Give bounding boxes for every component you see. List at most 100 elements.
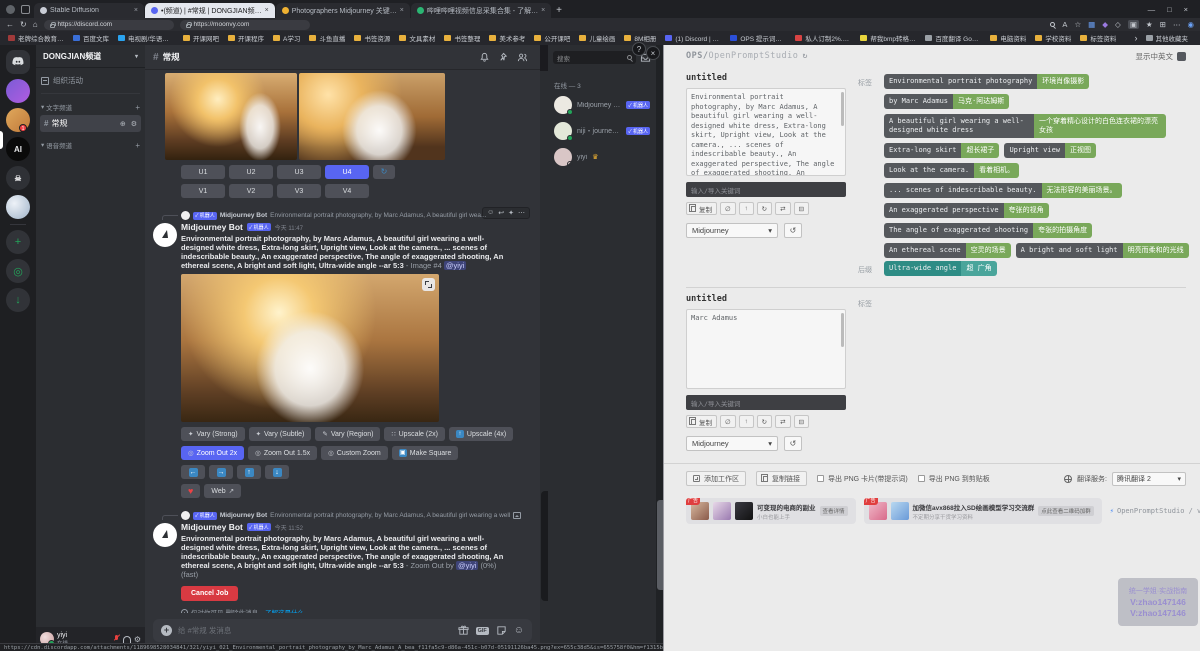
bookmark-item[interactable]: 美术参考	[489, 33, 525, 43]
upscale-button[interactable]: U1	[181, 165, 225, 179]
bookmark-item[interactable]: 公开课吧	[534, 33, 570, 43]
pan-arrow-button[interactable]: ↑	[237, 465, 261, 479]
pan-arrow-button[interactable]: ↓	[265, 465, 289, 479]
ad-banner[interactable]: 广告 可变现的电商的副业 小白也能上手 查看详情	[686, 498, 856, 524]
bookmarks-overflow-chevron[interactable]: ›	[1135, 33, 1138, 43]
browser-tab[interactable]: •(频道) | #常规 | DONGJIAN频… ×	[145, 3, 275, 18]
workspace-title[interactable]: untitled	[686, 73, 846, 83]
zoom-button[interactable]: ◎Zoom Out 2x	[181, 446, 244, 460]
search-icon[interactable]	[1050, 22, 1055, 27]
bookmark-item[interactable]: 学校资料	[1035, 33, 1071, 43]
zoom-button[interactable]: ◎Zoom Out 1.5x	[248, 446, 317, 460]
suffix-tag[interactable]: Ultra-wide angle 超 广角	[884, 261, 997, 276]
bookmark-item[interactable]: 开课网吧	[183, 33, 219, 43]
toolbar-icon[interactable]: ▣	[1128, 20, 1139, 29]
keyword-input[interactable]: 输入/导入关键词	[686, 182, 846, 197]
emoji-picker-icon[interactable]: ☺	[514, 625, 524, 636]
close-button[interactable]: ×	[1184, 5, 1188, 14]
category-text-channels[interactable]: ▾ 文字频道 +	[41, 102, 140, 112]
bot-avatar[interactable]	[153, 523, 177, 547]
gif-picker-icon[interactable]: GIF	[476, 627, 489, 635]
checkbox[interactable]	[918, 475, 925, 482]
web-button[interactable]: Web↗	[204, 484, 241, 498]
toolbar-icon[interactable]: ☆	[1074, 20, 1081, 29]
checkbox[interactable]	[817, 475, 824, 482]
other-favorites[interactable]: 其他收藏夹	[1146, 33, 1193, 43]
tab-close-icon[interactable]: ×	[265, 7, 269, 14]
generated-image[interactable]	[165, 73, 297, 160]
bookmark-item[interactable]: 文具素材	[399, 33, 435, 43]
copy-button[interactable]: 复制	[686, 415, 717, 428]
vary-upscale-button[interactable]: ✦Vary (Subtle)	[249, 427, 312, 441]
tab-layout-icon[interactable]	[21, 5, 30, 14]
toolbar-icon[interactable]: ★	[1146, 20, 1153, 29]
prompt-tag[interactable]: The angle of exaggerated shooting 夸张的拍摄角…	[884, 223, 1092, 238]
tab-close-icon[interactable]: ×	[400, 7, 404, 14]
minimize-button[interactable]: —	[1148, 5, 1156, 14]
bookmark-item[interactable]: (1) Discord | #常规 |…	[665, 33, 721, 43]
download-apps-button[interactable]: ↓	[6, 288, 30, 312]
history-button[interactable]: ↺	[784, 223, 802, 238]
new-tab-button[interactable]: +	[556, 5, 562, 16]
tool-button[interactable]: ↑	[739, 415, 754, 428]
export-png-card-checkbox[interactable]: 导出 PNG 卡片(带提示词)	[817, 474, 908, 484]
learn-more-link[interactable]: 了解这是什么	[265, 607, 304, 613]
member-row[interactable]: yiyi ♛	[548, 144, 656, 170]
tool-button[interactable]: ↑	[739, 202, 754, 215]
bookmark-item[interactable]: A学习	[273, 33, 300, 43]
headphones-icon[interactable]	[123, 636, 131, 643]
home-button[interactable]: ⌂	[33, 20, 38, 29]
toolbar-icon[interactable]: ▦	[1088, 20, 1095, 29]
notifications-bell-icon[interactable]	[479, 52, 490, 63]
refresh-icon[interactable]: ↻	[802, 51, 808, 61]
attach-plus-icon[interactable]: +	[161, 625, 172, 636]
channel-settings-icon[interactable]: ⚙	[131, 120, 137, 128]
user-mention[interactable]: @yiyi	[444, 261, 466, 270]
toolbar-icon[interactable]: A	[1062, 20, 1067, 29]
reload-button[interactable]: ↻	[20, 20, 27, 29]
reply-reference[interactable]: ✓ 机器人 Midjourney Bot Environmental portr…	[145, 211, 540, 220]
keyword-input[interactable]: 输入/导入关键词	[686, 395, 846, 410]
engine-select[interactable]: Midjourney ▾	[686, 436, 778, 451]
tab-close-icon[interactable]: ×	[541, 7, 545, 14]
address-bar-right[interactable]: https://moonvy.com	[180, 20, 310, 30]
search-input[interactable]: 搜索	[553, 51, 636, 64]
tool-button[interactable]: ⇄	[775, 202, 790, 215]
tool-button[interactable]: ⇄	[775, 415, 790, 428]
reply-reference[interactable]: ✓ 机器人 Midjourney Bot Environmental portr…	[145, 511, 540, 520]
ad-cta-badge[interactable]: 查看详情	[820, 506, 848, 516]
prompt-tag[interactable]: An exaggerated perspective 夸张的视角	[884, 203, 1049, 218]
server-icon[interactable]: AI	[6, 137, 30, 161]
help-floating-button[interactable]: ?	[632, 42, 646, 56]
member-list-icon[interactable]	[517, 52, 528, 63]
bookmark-item[interactable]: 老牌综合教育网M…	[8, 33, 64, 43]
export-png-clipboard-checkbox[interactable]: 导出 PNG 到剪贴板	[918, 474, 990, 484]
bookmark-item[interactable]: 电脑资料	[990, 33, 1026, 43]
browser-tab[interactable]: 哔哩哔哩视频信息采集合集 - 了解… ×	[411, 3, 551, 18]
user-mention[interactable]: @yiyi	[456, 561, 478, 570]
message-input[interactable]: + 给 #常规 发消息 GIF ☺	[153, 619, 532, 642]
expand-image-icon[interactable]	[422, 278, 435, 291]
prompt-tag[interactable]: by Marc Adamus 马克·阿达姆斯	[884, 94, 1009, 109]
zoom-button[interactable]: ▣Make Square	[392, 446, 459, 460]
bookmark-item[interactable]: 百度文库	[73, 33, 109, 43]
bookmark-item[interactable]: 开课程序	[228, 33, 264, 43]
pinned-messages-icon[interactable]	[498, 52, 509, 63]
variation-button[interactable]: V1	[181, 184, 225, 198]
prompt-tag[interactable]: Environmental portrait photography 环境肖像摄…	[884, 74, 1089, 89]
sticker-icon[interactable]	[496, 625, 507, 636]
bookmark-item[interactable]: 电视剧/华语电视…	[118, 33, 174, 43]
copy-link-button[interactable]: 复制链接	[756, 471, 807, 486]
address-bar-left[interactable]: https://discord.com	[44, 20, 174, 30]
back-button[interactable]: ←	[6, 20, 14, 29]
vary-upscale-button[interactable]: ✎Vary (Region)	[315, 427, 380, 441]
explore-servers-button[interactable]: ◎	[6, 259, 30, 283]
prompt-textarea[interactable]: Marc Adamus	[686, 309, 846, 389]
author-name[interactable]: Midjourney Bot	[181, 522, 243, 532]
bot-avatar[interactable]	[153, 223, 177, 247]
ad-banner[interactable]: 广告 加微信avx868拉入SD绘画模型学习交流群 不定期分享干货学习资料 点此…	[864, 498, 1102, 524]
member-row[interactable]: niji・journey … ✓ 机器人	[548, 118, 656, 144]
bookmark-item[interactable]: 书签整理	[444, 33, 480, 43]
copy-button[interactable]: 复制	[686, 202, 717, 215]
events-entry[interactable]: 组织活动	[41, 75, 140, 86]
